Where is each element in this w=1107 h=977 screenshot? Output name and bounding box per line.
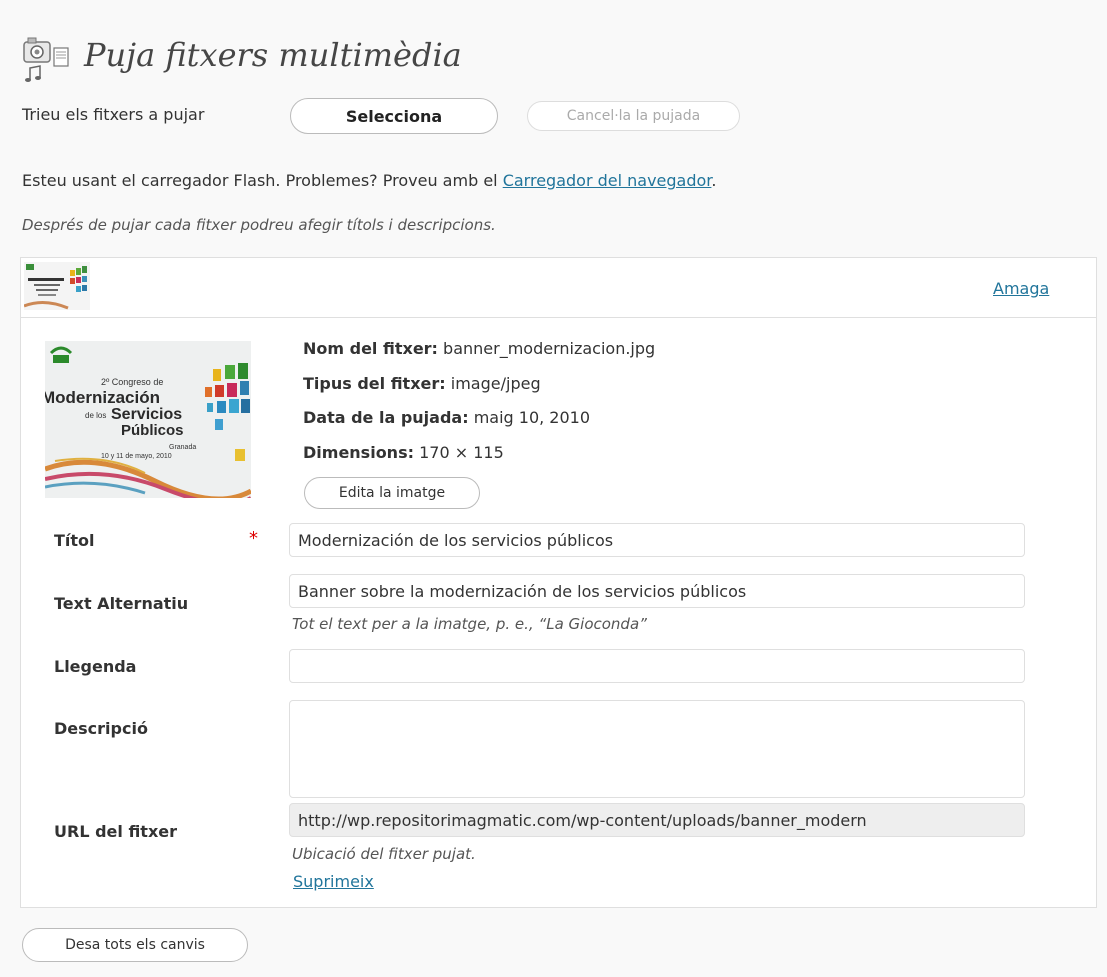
flash-uploader-notice: Esteu usant el carregador Flash. Problem… (22, 171, 717, 190)
file-name-label: Nom del fitxer: (303, 339, 438, 358)
alt-text-input[interactable]: Banner sobre la modernización de los ser… (289, 574, 1025, 608)
page-title: Puja fitxers multimèdia (84, 36, 462, 74)
flash-notice-end: . (711, 171, 717, 190)
cancel-upload-button[interactable]: Cancel·la la pujada (527, 101, 740, 131)
thumbnail-large-image: 2º Congreso de Modernización de los Serv… (41, 341, 253, 506)
dimensions-label: Dimensions: (303, 443, 414, 462)
banner-line4: Servicios (111, 406, 182, 423)
file-url-input[interactable]: http://wp.repositorimagmatic.com/wp-cont… (289, 803, 1025, 837)
file-type-value: image/jpeg (450, 374, 541, 393)
file-name-value: banner_modernizacion.jpg (443, 339, 656, 358)
meta-upload-date: Data de la pujada: maig 10, 2010 (303, 408, 590, 427)
banner-line3: de los (85, 411, 106, 420)
meta-file-type: Tipus del fitxer: image/jpeg (303, 374, 541, 393)
select-files-button[interactable]: Selecciona (290, 98, 498, 134)
meta-file-name: Nom del fitxer: banner_modernizacion.jpg (303, 339, 655, 358)
banner-line5: Públicos (121, 422, 184, 439)
browser-uploader-link[interactable]: Carregador del navegador (503, 171, 712, 190)
file-url-help: Ubicació del fitxer pujat. (292, 845, 476, 863)
required-asterisk: * (249, 528, 258, 549)
media-item-header (21, 258, 1096, 318)
meta-dimensions: Dimensions: 170 × 115 (303, 443, 504, 462)
caption-label: Llegenda (54, 657, 137, 676)
flash-notice-text: Esteu usant el carregador Flash. Problem… (22, 171, 503, 190)
title-input[interactable]: Modernización de los servicios públicos (289, 523, 1025, 557)
delete-link[interactable]: Suprimeix (293, 872, 374, 891)
description-textarea[interactable] (289, 700, 1025, 798)
file-type-label: Tipus del fitxer: (303, 374, 446, 393)
edit-image-button[interactable]: Edita la imatge (304, 477, 480, 509)
save-all-changes-button[interactable]: Desa tots els canvis (22, 928, 248, 962)
alt-text-help: Tot el text per a la imatge, p. e., “La … (292, 615, 647, 633)
banner-line1: 2º Congreso de (101, 377, 163, 387)
description-label: Descripció (54, 719, 148, 738)
hide-link[interactable]: Amaga (993, 279, 1049, 298)
upload-date-value: maig 10, 2010 (473, 408, 591, 427)
thumbnail-small-image (23, 262, 90, 310)
banner-line2: Modernización (45, 388, 160, 407)
title-label: Títol (54, 531, 95, 550)
banner-line7: 10 y 11 de mayo, 2010 (101, 453, 172, 460)
alt-text-label: Text Alternatiu (54, 594, 189, 613)
camera-media-icon (22, 34, 74, 84)
caption-input[interactable] (289, 649, 1025, 683)
after-upload-note: Després de pujar cada fitxer podreu afeg… (22, 216, 496, 234)
file-url-label: URL del fitxer (54, 822, 178, 841)
dimensions-value: 170 × 115 (419, 443, 504, 462)
banner-line6: Granada (169, 444, 196, 451)
choose-files-label: Trieu els fitxers a pujar (22, 105, 205, 124)
upload-date-label: Data de la pujada: (303, 408, 469, 427)
